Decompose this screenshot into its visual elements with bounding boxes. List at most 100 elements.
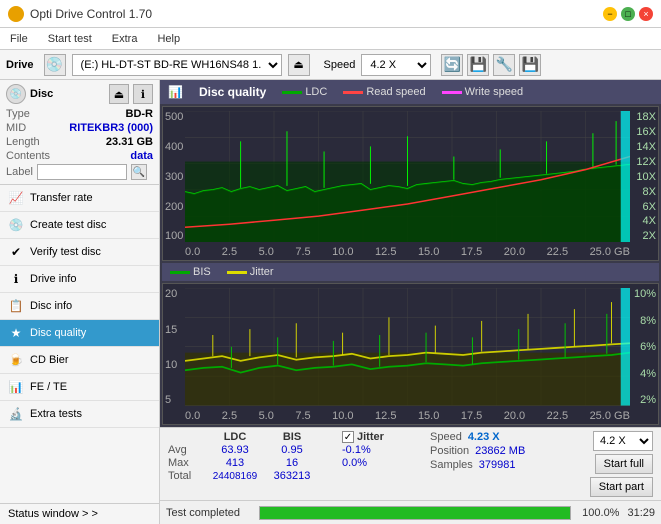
max-row: Max 413 16 0.0% (168, 457, 414, 469)
y-label-5: 5 (165, 394, 177, 406)
titlebar-left: Opti Drive Control 1.70 (8, 6, 152, 22)
drivebar: Drive 💿 (E:) HL-DT-ST BD-RE WH16NS48 1.D… (0, 50, 661, 80)
sidebar-item-verify-test-disc[interactable]: ✔ Verify test disc (0, 239, 159, 266)
y-label-20: 20 (165, 288, 177, 300)
app-title: Opti Drive Control 1.70 (30, 7, 152, 21)
y-right-12x: 12X (636, 156, 656, 168)
sidebar-item-transfer-rate[interactable]: 📈 Transfer rate (0, 185, 159, 212)
read-speed-label: Read speed (366, 86, 425, 98)
titlebar: Opti Drive Control 1.70 − □ × (0, 0, 661, 28)
menu-help[interactable]: Help (153, 31, 184, 47)
disc-mid-row: MID RITEKBR3 (000) (6, 122, 153, 134)
disc-action-button[interactable]: 💾 (467, 54, 489, 76)
top-chart-svg (185, 111, 630, 242)
position-row: Position 23862 MB (430, 445, 525, 457)
sidebar-item-disc-info[interactable]: 📋 Disc info (0, 293, 159, 320)
disc-quality-icon: ★ (8, 325, 24, 341)
jitter-checkbox[interactable]: ✓ (342, 431, 354, 443)
settings-button[interactable]: 🔧 (493, 54, 515, 76)
menu-start-test[interactable]: Start test (44, 31, 96, 47)
main-layout: 💿 Disc ⏏ ℹ Type BD-R MID RITEKBR3 (000) … (0, 80, 661, 524)
sidebar-item-drive-info[interactable]: ℹ Drive info (0, 266, 159, 293)
disc-info-button[interactable]: ℹ (133, 84, 153, 104)
legend-ldc: LDC (282, 86, 327, 98)
y-right-4pct: 4% (634, 368, 656, 380)
write-speed-color (442, 91, 462, 94)
drive-info-icon: ℹ (8, 271, 24, 287)
disc-info-label: Disc info (30, 300, 72, 312)
sidebar-item-cd-bier[interactable]: 🍺 CD Bier (0, 347, 159, 374)
start-part-button[interactable]: Start part (590, 477, 653, 497)
verify-test-disc-icon: ✔ (8, 244, 24, 260)
top-y-labels-right: 18X 16X 14X 12X 10X 8X 6X 4X 2X (636, 111, 658, 242)
samples-label: Samples (430, 459, 473, 471)
progress-percent: 100.0% (579, 507, 619, 519)
minimize-button[interactable]: − (603, 7, 617, 21)
action-panel: 4.2 X Start full Start part (590, 431, 653, 497)
sidebar-item-disc-quality[interactable]: ★ Disc quality (0, 320, 159, 347)
verify-test-disc-label: Verify test disc (30, 246, 101, 258)
avg-ldc: 63.93 (206, 444, 264, 456)
disc-type-row: Type BD-R (6, 108, 153, 120)
menu-file[interactable]: File (6, 31, 32, 47)
disc-eject-button[interactable]: ⏏ (109, 84, 129, 104)
disc-info-icon: 📋 (8, 298, 24, 314)
drive-select[interactable]: (E:) HL-DT-ST BD-RE WH16NS48 1.D3 (72, 54, 282, 76)
avg-row: Avg 63.93 0.95 -0.1% (168, 444, 414, 456)
disc-header: 💿 Disc ⏏ ℹ (6, 84, 153, 104)
status-window-button[interactable]: Status window > > (0, 503, 159, 524)
jitter-col-label: Jitter (357, 431, 384, 443)
y-right-8pct: 8% (634, 315, 656, 327)
drive-toolbar-icons: 🔄 💾 🔧 💾 (441, 54, 541, 76)
col-ldc: LDC (206, 431, 264, 443)
drive-eject-button[interactable]: ⏏ (288, 54, 310, 76)
disc-title: Disc (30, 88, 53, 100)
y-right-2x: 2X (636, 230, 656, 242)
window-controls: − □ × (603, 7, 653, 21)
maximize-button[interactable]: □ (621, 7, 635, 21)
sidebar-item-create-test-disc[interactable]: 💿 Create test disc (0, 212, 159, 239)
write-speed-label: Write speed (465, 86, 524, 98)
bottom-chart-svg (185, 288, 630, 406)
disc-label-input[interactable] (37, 164, 127, 180)
disc-length-value: 23.31 GB (106, 136, 153, 148)
y-right-10pct: 10% (634, 288, 656, 300)
max-bis: 16 (266, 457, 318, 469)
progress-status: Test completed (166, 507, 251, 519)
speed-stat-label: Speed (430, 431, 462, 443)
status-window-label: Status window > > (8, 508, 98, 520)
y-label-400: 400 (165, 141, 183, 153)
jitter-label: Jitter (250, 266, 274, 278)
sidebar-item-extra-tests[interactable]: 🔬 Extra tests (0, 401, 159, 428)
disc-mid-value: RITEKBR3 (000) (69, 122, 153, 134)
y-label-200: 200 (165, 201, 183, 213)
sidebar-item-fe-te[interactable]: 📊 FE / TE (0, 374, 159, 401)
legend-read-speed: Read speed (343, 86, 425, 98)
app-icon (8, 6, 24, 22)
stats-table: LDC BIS ✓ Jitter Avg 63.93 0.95 -0.1% (168, 431, 414, 482)
speed-select[interactable]: 4.2 X (361, 54, 431, 76)
chart-icon: 📊 (168, 85, 183, 99)
start-full-button[interactable]: Start full (595, 454, 653, 474)
avg-jitter: -0.1% (342, 444, 414, 456)
save-button[interactable]: 💾 (519, 54, 541, 76)
disc-label-button[interactable]: 🔍 (131, 164, 147, 180)
close-button[interactable]: × (639, 7, 653, 21)
read-speed-color (343, 91, 363, 94)
nav-items: 📈 Transfer rate 💿 Create test disc ✔ Ver… (0, 185, 159, 503)
max-label: Max (168, 457, 204, 469)
speed-stat-value: 4.23 X (468, 431, 500, 443)
right-stats: Speed 4.23 X Position 23862 MB Samples 3… (430, 431, 525, 471)
test-speed-select[interactable]: 4.2 X (593, 431, 653, 451)
avg-label: Avg (168, 444, 204, 456)
y-right-10x: 10X (636, 171, 656, 183)
drive-disc-icon: 💿 (44, 54, 66, 76)
menu-extra[interactable]: Extra (108, 31, 142, 47)
bottom-chart: 20 15 10 5 10% 8% 6% 4% 2% 0.0 2.5 5 (162, 283, 659, 425)
max-jitter: 0.0% (342, 457, 414, 469)
refresh-button[interactable]: 🔄 (441, 54, 463, 76)
y-right-6x: 6X (636, 201, 656, 213)
y-label-100: 100 (165, 230, 183, 242)
col-bis: BIS (266, 431, 318, 443)
bis-color (170, 271, 190, 274)
